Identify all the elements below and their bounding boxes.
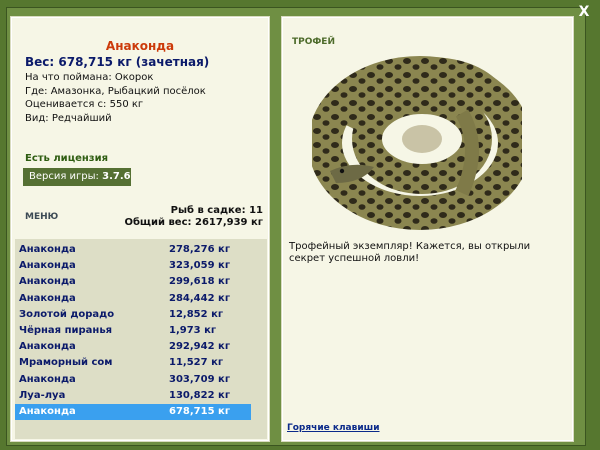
fish-valued: Оценивается с: 550 кг [25, 99, 144, 110]
catch-row-name: Анаконда [19, 406, 76, 417]
trophy-panel: ТРОФЕЙ Трофейный экземпляр! Кажется, вы … [281, 16, 574, 442]
catch-row-name: Чёрная пиранья [19, 325, 113, 336]
anaconda-image [312, 56, 522, 230]
catch-row[interactable]: Анаконда 303,709 кг [15, 372, 251, 388]
catch-row[interactable]: Анаконда 284,442 кг [15, 291, 251, 307]
catch-row-weight: 11,527 кг [169, 357, 224, 369]
catch-row[interactable]: Анаконда 323,059 кг [15, 258, 251, 274]
catch-row-name: Анаконда [19, 276, 76, 288]
fish-weight: Вес: 678,715 кг (зачетная) [25, 55, 210, 69]
catch-row-name: Мраморный сом [19, 357, 113, 369]
catch-row-weight: 323,059 кг [169, 260, 231, 272]
catch-row-weight: 278,276 кг [169, 244, 231, 255]
catch-row-name: Анаконда [19, 244, 76, 255]
trophy-description: Трофейный экземпляр! Кажется, вы открыли… [289, 241, 531, 264]
keepnet-count: Рыб в садке: 11 [170, 205, 263, 216]
catch-list[interactable]: Анаконда 278,276 кг Анаконда 323,059 кг Анак… [15, 239, 267, 439]
hotkeys-link[interactable]: Горячие клавиши [287, 423, 380, 433]
catch-row[interactable]: Анаконда 678,715 кг [15, 404, 251, 420]
keepnet-stats: Рыб в садке: 11 Общий вес: 2617,939 кг [124, 205, 263, 229]
license-status: Есть лицензия [25, 153, 109, 164]
keepnet-total-weight: Общий вес: 2617,939 кг [124, 217, 263, 228]
catch-row-weight: 284,442 кг [169, 292, 231, 304]
catch-row-name: Анаконда [19, 341, 76, 353]
fish-bait: На что поймана: Окорок [25, 72, 154, 83]
catch-row-name: Анаконда [19, 292, 76, 304]
catch-row[interactable]: Анаконда 278,276 кг [15, 242, 251, 258]
fish-location: Где: Амазонка, Рыбацкий посёлок [25, 85, 206, 97]
catch-row-name: Анаконда [19, 260, 76, 272]
version-label: Версия игры: [29, 171, 99, 182]
catch-row-weight: 1,973 кг [169, 325, 217, 336]
catch-row-name: Анаконда [19, 373, 76, 385]
catch-row[interactable]: Анаконда 292,942 кг [15, 339, 251, 355]
catch-row[interactable]: Чёрная пиранья 1,973 кг [15, 323, 251, 339]
fish-name: Анаконда [105, 39, 175, 53]
catch-row-weight: 678,715 кг [169, 406, 231, 417]
version-value: 3.7.6 [102, 171, 131, 182]
menu-button[interactable]: МЕНЮ [25, 212, 58, 222]
catch-row-weight: 292,942 кг [169, 341, 231, 353]
catch-row-weight: 299,618 кг [169, 276, 231, 288]
catch-row[interactable]: Золотой дорадо 12,852 кг [15, 307, 251, 323]
catch-panel: Анаконда Вес: 678,715 кг (зачетная) На ч… [10, 16, 270, 442]
catch-row-name: Луа-луа [19, 389, 66, 401]
catch-row-name: Золотой дорадо [19, 308, 115, 320]
catch-row-weight: 12,852 кг [169, 308, 224, 320]
catch-row[interactable]: Луа-луа 130,822 кг [15, 388, 251, 404]
catch-row-weight: 303,709 кг [169, 373, 231, 385]
version-badge: Версия игры: 3.7.6 [23, 168, 131, 186]
fish-info: На что поймана: Окорок Где: Амазонка, Ры… [25, 71, 206, 125]
fish-kind: Вид: Редчайший [25, 112, 112, 124]
catch-row[interactable]: Анаконда 299,618 кг [15, 274, 251, 290]
catch-row-weight: 130,822 кг [169, 389, 231, 401]
catch-row[interactable]: Мраморный сом 11,527 кг [15, 355, 251, 371]
close-icon[interactable]: X [576, 4, 592, 20]
